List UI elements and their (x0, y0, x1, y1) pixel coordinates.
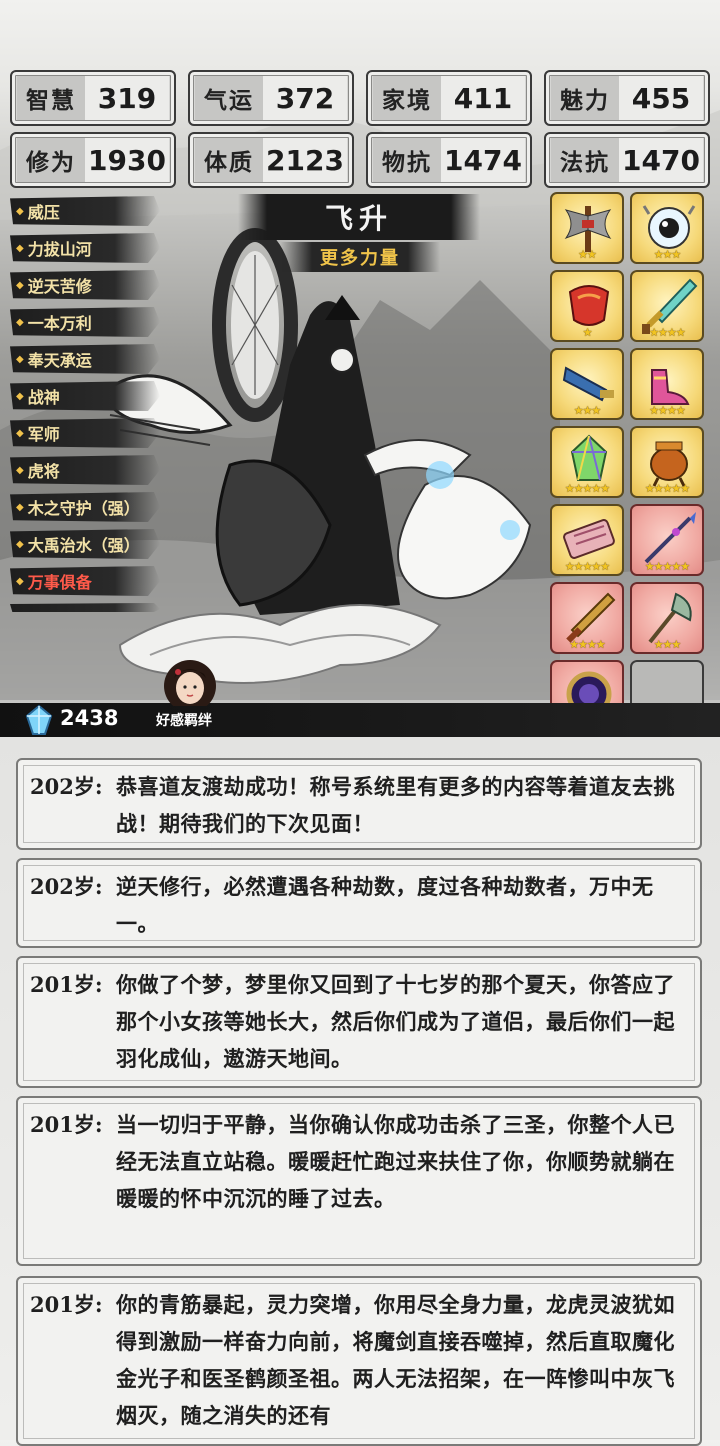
log-entry: 201岁: 你做了个梦，梦里你又回到了十七岁的那个夏天，你答应了那个小女孩等她长… (16, 956, 702, 1088)
crystal-icon (25, 704, 53, 735)
diamond-icon: ◆ (16, 353, 24, 365)
log-age: 202岁: (30, 774, 103, 799)
stat-value: 1470 (619, 138, 703, 182)
companion-portrait (164, 660, 216, 706)
log-text: 当一切归于平静，当你确认你成功击杀了三圣，你整个人已经无法直立站稳。暖暖赶忙跑过… (116, 1112, 675, 1211)
diamond-icon: ◆ (16, 205, 24, 217)
trait-item-partial (10, 603, 160, 612)
star-rating: ★★★★★ (644, 560, 690, 573)
star-rating: ★★★★ (569, 638, 605, 651)
stat-label: 修为 (17, 138, 85, 182)
trait-item[interactable]: ◆ 力拔山河 (10, 233, 160, 263)
diamond-icon: ◆ (16, 575, 24, 587)
item-slot[interactable]: ★★★★★ (550, 426, 624, 498)
log-text: 逆天修行，必然遭遇各种劫数，度过各种劫数者，万中无一。 (116, 874, 654, 936)
trait-item[interactable]: ◆ 战神 (10, 381, 160, 411)
item-slot[interactable]: ★★★★★ (550, 504, 624, 576)
stat-label: 气运 (195, 76, 263, 120)
trait-item[interactable]: ◆ 威压 (10, 196, 160, 226)
item-slot[interactable]: ★★ (550, 192, 624, 264)
log-entry: 202岁: 恭喜道友渡劫成功！称号系统里有更多的内容等着道友去挑战！期待我们的下… (16, 758, 702, 850)
stat-value: 319 (85, 76, 169, 120)
stat-luck: 气运 372 (188, 70, 354, 126)
star-rating: ★★ (578, 248, 597, 261)
log-entry: 201岁: 当一切归于平静，当你确认你成功击杀了三圣，你整个人已经无法直立站稳。… (16, 1096, 702, 1266)
star-rating: ★★★ (653, 248, 682, 261)
stat-magic-resist: 法抗 1470 (544, 132, 710, 188)
stat-cultivation: 修为 1930 (10, 132, 176, 188)
trait-item-highlighted[interactable]: ◆ 万事俱备 (10, 566, 160, 596)
item-slot[interactable]: ★★★★ (550, 582, 624, 654)
log-text: 你做了个梦，梦里你又回到了十七岁的那个夏天，你答应了那个小女孩等她长大，然后你们… (116, 972, 675, 1071)
ascension-title: 飞升 (238, 194, 480, 240)
stat-value: 455 (619, 76, 703, 120)
diamond-icon: ◆ (16, 427, 24, 439)
diamond-icon: ◆ (16, 390, 24, 402)
stat-value: 2123 (263, 138, 347, 182)
stat-value: 1474 (441, 138, 525, 182)
stat-wisdom: 智慧 319 (10, 70, 176, 126)
stat-value: 372 (263, 76, 347, 120)
star-rating: ★★★ (573, 404, 602, 417)
log-age: 201岁: (30, 972, 103, 997)
star-rating: ★★★★★ (644, 482, 690, 495)
star-rating: ★★★★ (649, 404, 685, 417)
log-age: 201岁: (30, 1112, 103, 1137)
trait-item[interactable]: ◆ 一本万利 (10, 307, 160, 337)
star-rating: ★ (582, 326, 593, 339)
trait-item[interactable]: ◆ 军师 (10, 418, 160, 448)
item-slot[interactable]: ★★★ (630, 192, 704, 264)
item-slot[interactable]: ★★★ (630, 582, 704, 654)
crystal-count: 2438 (60, 706, 119, 730)
log-text: 恭喜道友渡劫成功！称号系统里有更多的内容等着道友去挑战！期待我们的下次见面！ (116, 774, 675, 836)
star-rating: ★★★★ (649, 326, 685, 339)
trait-list[interactable]: ◆ 威压 ◆ 力拔山河 ◆ 逆天苦修 ◆ 一本万利 ◆ 奉天承运 ◆ 战神 ◆ 军师 ◆ 虎将 … (10, 196, 160, 612)
item-slot[interactable]: ★★★★★ (630, 504, 704, 576)
affinity-button[interactable]: 好感羁绊 (156, 710, 212, 730)
stat-label: 智慧 (17, 76, 85, 120)
trait-item[interactable]: ◆ 奉天承运 (10, 344, 160, 374)
trait-item[interactable]: ◆ 虎将 (10, 455, 160, 485)
trait-item[interactable]: ◆ 逆天苦修 (10, 270, 160, 300)
log-entry: 201岁: 你的青筋暴起，灵力突增，你用尽全身力量，龙虎灵波犹如得到激励一样奋力… (16, 1276, 702, 1446)
item-slot[interactable]: ★★★★ (630, 270, 704, 342)
stat-constitution: 体质 2123 (188, 132, 354, 188)
stat-value: 1930 (85, 138, 169, 182)
stat-label: 物抗 (373, 138, 441, 182)
item-slot[interactable]: ★★★ (550, 348, 624, 420)
diamond-icon: ◆ (16, 279, 24, 291)
stat-charm: 魅力 455 (544, 70, 710, 126)
diamond-icon: ◆ (16, 316, 24, 328)
diamond-icon: ◆ (16, 538, 24, 550)
item-slot[interactable]: ★★★★★ (630, 426, 704, 498)
star-rating: ★★★★★ (564, 482, 610, 495)
item-slot[interactable]: ★★★★ (630, 348, 704, 420)
item-slot[interactable]: ★ (550, 270, 624, 342)
trait-item[interactable]: ◆ 大禹治水（强） (10, 529, 160, 559)
stat-label: 魅力 (551, 76, 619, 120)
stat-family: 家境 411 (366, 70, 532, 126)
log-age: 201岁: (30, 1292, 103, 1317)
stat-label: 法抗 (551, 138, 619, 182)
star-rating: ★★★ (653, 638, 682, 651)
companion-avatar[interactable] (158, 656, 222, 706)
diamond-icon: ◆ (16, 242, 24, 254)
stat-value: 411 (441, 76, 525, 120)
star-rating: ★★★★★ (564, 560, 610, 573)
stat-physical-resist: 物抗 1474 (366, 132, 532, 188)
diamond-icon: ◆ (16, 501, 24, 513)
stat-label: 家境 (373, 76, 441, 120)
more-power-button[interactable]: 更多力量 (280, 242, 440, 272)
stat-label: 体质 (195, 138, 263, 182)
log-text: 你的青筋暴起，灵力突增，你用尽全身力量，龙虎灵波犹如得到激励一样奋力向前，将魔剑… (116, 1292, 675, 1428)
log-age: 202岁: (30, 874, 103, 899)
trait-item[interactable]: ◆ 木之守护（强） (10, 492, 160, 522)
diamond-icon: ◆ (16, 464, 24, 476)
log-entry: 202岁: 逆天修行，必然遭遇各种劫数，度过各种劫数者，万中无一。 (16, 858, 702, 948)
